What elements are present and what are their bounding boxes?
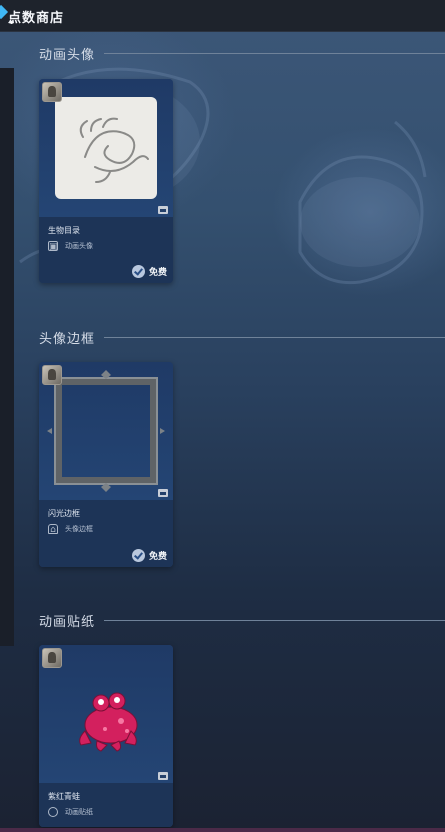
item-info: 闪光边框 ⌂ 头像边框 免费 xyxy=(39,500,173,567)
section-avatar-frames-header: 头像边框 xyxy=(39,328,445,347)
item-info: 生物目录 ▣ 动画头像 免费 xyxy=(39,217,173,283)
brand-logo-icon xyxy=(0,4,9,20)
dragon-sketch-image xyxy=(55,97,157,199)
owner-avatar xyxy=(42,365,62,385)
item-name: 紫红青蛙 xyxy=(48,792,80,801)
item-card-flash-frame[interactable]: 闪光边框 ⌂ 头像边框 免费 xyxy=(39,362,173,567)
item-card-magenta-frog[interactable]: 紫红青蛙 动画贴纸 xyxy=(39,645,173,827)
animated-media-icon xyxy=(158,489,168,497)
dragon-sketch-icon xyxy=(79,117,149,183)
avatar-type-icon: ▣ xyxy=(48,241,58,252)
bottom-edge xyxy=(0,828,445,832)
price-label: 免费 xyxy=(148,552,167,562)
price-label: 免费 xyxy=(148,268,167,278)
owner-avatar xyxy=(42,648,62,668)
item-price: 免费 xyxy=(131,549,167,562)
item-preview xyxy=(39,645,173,783)
top-bar: 点数商店 xyxy=(0,0,445,32)
owner-avatar xyxy=(42,82,62,102)
item-info: 紫红青蛙 动画贴纸 xyxy=(39,783,173,827)
section-divider xyxy=(104,53,445,54)
section-divider xyxy=(104,337,445,338)
sticker-type-icon xyxy=(48,807,58,817)
item-name: 闪光边框 xyxy=(48,509,80,518)
section-title: 头像边框 xyxy=(39,331,96,347)
item-type-label: 头像边框 xyxy=(65,525,93,533)
item-type-label: 动画贴纸 xyxy=(65,808,93,816)
item-type-label: 动画头像 xyxy=(65,242,93,250)
item-type: 动画贴纸 xyxy=(48,807,93,817)
section-title: 动画贴纸 xyxy=(39,614,96,630)
animated-media-icon xyxy=(158,772,168,780)
section-title: 动画头像 xyxy=(39,47,96,63)
animated-media-icon xyxy=(158,206,168,214)
item-type: ▣ 动画头像 xyxy=(48,241,93,252)
left-sidebar-edge xyxy=(0,68,14,646)
frame-type-icon: ⌂ xyxy=(48,524,58,535)
item-card-creature-catalog[interactable]: 生物目录 ▣ 动画头像 免费 xyxy=(39,79,173,283)
points-check-icon xyxy=(131,265,145,278)
item-type: ⌂ 头像边框 xyxy=(48,524,93,535)
item-price: 免费 xyxy=(131,265,167,278)
section-animated-avatars-header: 动画头像 xyxy=(39,44,445,63)
item-preview xyxy=(39,362,173,500)
section-divider xyxy=(104,620,445,621)
item-preview xyxy=(39,79,173,217)
points-check-icon xyxy=(131,549,145,562)
item-name: 生物目录 xyxy=(48,226,80,235)
section-animated-stickers-header: 动画贴纸 xyxy=(39,611,445,630)
page-title: 点数商店 xyxy=(8,11,65,26)
